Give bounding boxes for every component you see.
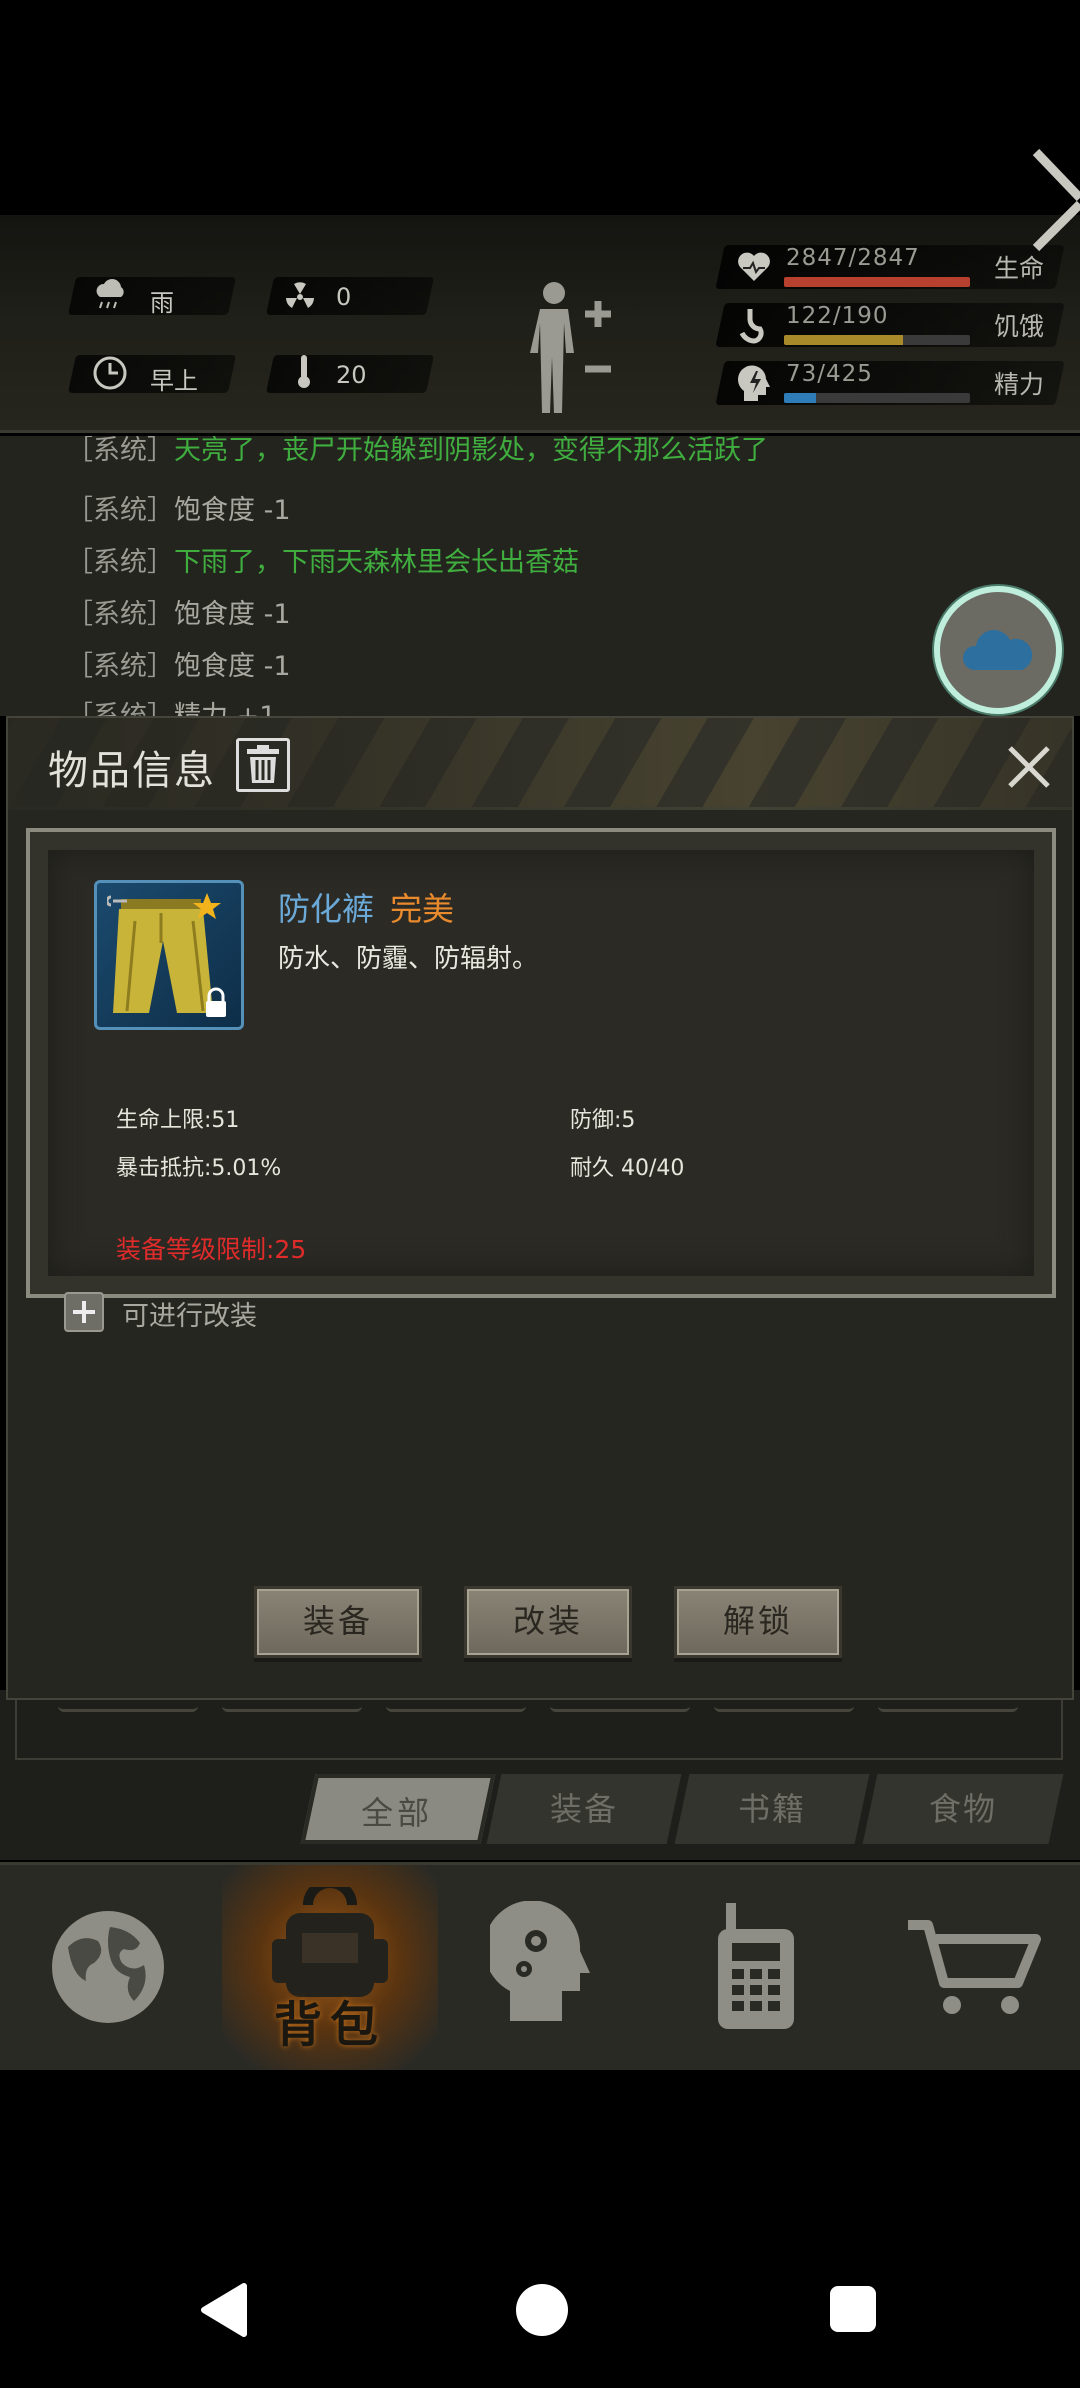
item-image (94, 880, 244, 1030)
body-status-icon[interactable] (520, 279, 620, 419)
attr-defense: 防御:5 (570, 1108, 636, 1133)
plus-icon (73, 1301, 95, 1323)
nav-backpack-label: 背包 (273, 1997, 386, 2053)
level-requirement: 装备等级限制:25 (116, 1235, 307, 1264)
tab-equipment-label: 装备 (549, 1790, 618, 1828)
energy-text: 73/425 (786, 361, 873, 387)
rain-cloud-icon (96, 279, 124, 309)
globe-icon (52, 1911, 164, 2023)
energy-label: 精力 (994, 370, 1045, 399)
attr-crit-resist: 暴击抵抗:5.01% (116, 1156, 282, 1181)
energy-bar (784, 393, 970, 403)
lock-icon (206, 987, 226, 1017)
radiation-icon (286, 282, 314, 308)
thermometer-icon (298, 355, 310, 388)
temperature-value: 20 (336, 361, 367, 389)
message-log[interactable]: ［系统］天亮了，丧尸开始躲到阴影处，变得不那么活跃了 ［系统］饱食度 -1 ［系… (0, 436, 1080, 716)
lightning-head-icon (738, 365, 770, 401)
weather-value: 雨 (150, 289, 174, 317)
trash-icon (247, 745, 279, 783)
tab-food-label: 食物 (928, 1790, 997, 1828)
weather-button[interactable] (934, 586, 1062, 714)
dialog-title: 物品信息 (48, 748, 216, 794)
tab-all-label: 全部 (361, 1794, 434, 1832)
nav-backpack[interactable]: 背包 (222, 1865, 438, 2073)
log-line: ［系统］精力 +1 (66, 694, 276, 716)
nav-world[interactable] (0, 1865, 216, 2073)
log-line: ［系统］饱食度 -1 (66, 651, 291, 682)
item-info-dialog: 物品信息 防化裤 完美 防水、防霾、防辐射。 生命上限:51 防御:5 暴击抵抗… (6, 716, 1074, 1700)
health-label: 生命 (994, 254, 1045, 283)
modify-expand-button[interactable] (64, 1292, 104, 1332)
log-line: ［系统］天亮了，丧尸开始躲到阴影处，变得不那么活跃了 (66, 436, 768, 466)
bottom-nav: 背包 (0, 1862, 1080, 2073)
equip-button[interactable]: 装备 (254, 1586, 422, 1658)
cloud-icon (962, 630, 1033, 670)
hunger-label: 饥饿 (994, 312, 1045, 341)
recents-icon[interactable] (828, 2284, 878, 2334)
modify-button[interactable]: 改装 (464, 1586, 632, 1658)
heart-icon (738, 252, 770, 281)
discard-button[interactable] (236, 738, 290, 792)
health-text: 2847/2847 (786, 245, 920, 271)
log-line: ［系统］饱食度 -1 (66, 599, 291, 630)
home-icon[interactable] (514, 2282, 570, 2338)
nav-shop[interactable] (864, 1865, 1080, 2073)
head-gears-icon (490, 1901, 590, 2021)
status-panel: 雨 0 早上 20 2847/2847 生命 122/190 饥饿 73/425… (0, 215, 1080, 433)
item-info-panel: 防化裤 完美 防水、防霾、防辐射。 生命上限:51 防御:5 暴击抵抗:5.01… (26, 828, 1056, 1298)
hunger-bar (784, 335, 970, 345)
nav-skills[interactable] (432, 1865, 648, 2073)
item-description: 防水、防霾、防辐射。 (278, 944, 539, 974)
attr-hp-max: 生命上限:51 (116, 1108, 240, 1133)
hunger-text: 122/190 (786, 303, 889, 329)
shopping-cart-icon (908, 1920, 1041, 2014)
tab-food[interactable]: 食物 (862, 1774, 1064, 1844)
system-nav-bar (0, 2070, 1080, 2388)
stomach-icon (739, 309, 764, 344)
walkie-talkie-icon (718, 1903, 794, 2029)
tab-books[interactable]: 书籍 (674, 1774, 870, 1844)
tab-all[interactable]: 全部 (300, 1774, 496, 1844)
nav-radio[interactable] (648, 1865, 864, 2073)
partial-close-icon[interactable] (1032, 148, 1080, 252)
back-icon[interactable] (198, 2282, 250, 2338)
clock-icon (93, 356, 127, 390)
time-value: 早上 (150, 367, 198, 395)
log-line: ［系统］饱食度 -1 (66, 495, 291, 526)
tab-books-label: 书籍 (737, 1790, 806, 1828)
star-icon (193, 893, 221, 919)
attr-durability: 耐久 40/40 (570, 1156, 685, 1181)
log-line: ［系统］下雨了，下雨天森林里会长出香菇 (66, 547, 579, 578)
radiation-value: 0 (336, 283, 352, 311)
unlock-button[interactable]: 解锁 (674, 1586, 842, 1658)
item-quality: 完美 (390, 890, 455, 928)
item-name: 防化裤 (278, 890, 375, 928)
tab-equipment[interactable]: 装备 (486, 1774, 682, 1844)
close-button[interactable] (1004, 742, 1054, 792)
health-bar (784, 277, 970, 287)
modify-hint: 可进行改装 (122, 1301, 257, 1332)
